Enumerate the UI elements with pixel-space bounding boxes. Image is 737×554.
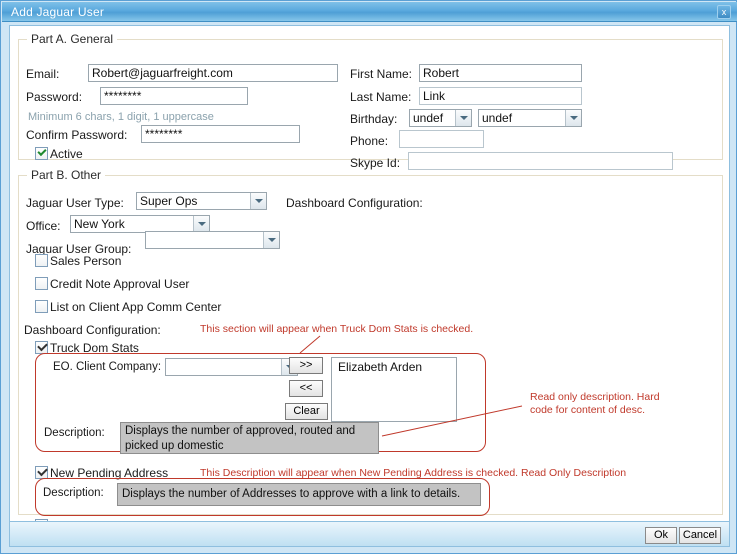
sales-person-label: Sales Person	[50, 254, 122, 268]
password-input[interactable]	[100, 87, 248, 105]
email-input[interactable]	[88, 64, 338, 82]
dialog-window: Add Jaguar User x Part A. General Email:…	[0, 0, 737, 554]
credit-note-approval-label: Credit Note Approval User	[50, 277, 190, 291]
list-item[interactable]: Elizabeth Arden	[332, 358, 456, 374]
client-company-label: EO. Client Company:	[53, 361, 162, 373]
office-value: New York	[74, 217, 125, 231]
clear-companies-button[interactable]: Clear	[285, 403, 328, 420]
password-label: Password:	[26, 90, 83, 104]
add-company-button[interactable]: >>	[289, 357, 323, 374]
pending-address-description-readonly: Displays the number of Addresses to appr…	[117, 483, 481, 506]
birthday-day-value: undef	[482, 111, 513, 125]
pending-address-description-label: Description:	[43, 487, 104, 499]
credit-note-approval-checkbox[interactable]	[35, 277, 48, 290]
pending-address-annotation: This Description will appear when New Pe…	[200, 467, 627, 479]
part-b-legend: Part B. Other	[31, 168, 102, 182]
birthday-day-select[interactable]: undef	[478, 109, 582, 127]
truck-dom-stats-checkbox[interactable]	[35, 341, 48, 354]
password-hint: Minimum 6 chars, 1 digit, 1 uppercase	[28, 111, 214, 123]
truck-dom-annotation: This section will appear when Truck Dom …	[200, 323, 474, 335]
user-type-label: Jaguar User Type:	[26, 196, 124, 210]
client-company-select[interactable]	[165, 358, 298, 376]
user-type-select[interactable]: Super Ops	[136, 192, 267, 210]
new-pending-address-checkbox[interactable]	[35, 466, 48, 479]
birthday-month-value: undef	[413, 111, 444, 125]
last-name-input[interactable]	[419, 87, 582, 105]
user-group-select[interactable]	[145, 231, 280, 249]
client-app-comm-center-checkbox[interactable]	[35, 300, 48, 313]
dialog-footer: Ok Cancel	[9, 522, 730, 547]
dashboard-configuration-label-top: Dashboard Configuration:	[286, 196, 423, 210]
sales-person-checkbox[interactable]	[35, 254, 48, 267]
truck-dom-description-line1: Displays the number of approved, routed …	[125, 425, 356, 452]
first-name-input[interactable]	[419, 64, 582, 82]
birthday-month-select[interactable]: undef	[409, 109, 472, 127]
readonly-annotation-line2: code for content of desc.	[530, 404, 645, 416]
truck-dom-stats-label: Truck Dom Stats	[50, 341, 139, 355]
client-app-comm-center-label: List on Client App Comm Center	[50, 300, 222, 314]
chevron-down-icon	[455, 110, 471, 126]
dashboard-configuration-label: Dashboard Configuration:	[24, 323, 161, 337]
birthday-label: Birthday:	[350, 112, 398, 126]
chevron-down-icon	[565, 110, 581, 126]
phone-label: Phone:	[350, 134, 389, 148]
dialog-body: Part A. General Email: Password: Minimum…	[9, 25, 730, 522]
user-type-value: Super Ops	[140, 194, 198, 208]
truck-dom-description-label: Description:	[44, 427, 105, 439]
chevron-down-icon	[250, 193, 266, 209]
email-label: Email:	[26, 67, 60, 81]
window-title: Add Jaguar User	[11, 5, 105, 19]
remove-company-button[interactable]: <<	[289, 380, 323, 397]
confirm-password-label: Confirm Password:	[26, 128, 128, 142]
first-name-label: First Name:	[350, 67, 413, 81]
title-bar: Add Jaguar User x	[2, 2, 737, 22]
cancel-button[interactable]: Cancel	[679, 527, 721, 544]
office-label: Office:	[26, 219, 61, 233]
truck-dom-description-readonly: Displays the number of approved, routed …	[120, 422, 379, 454]
chevron-down-icon	[263, 232, 279, 248]
ok-button[interactable]: Ok	[645, 527, 677, 544]
chevron-down-icon	[193, 216, 209, 232]
new-pending-address-label: New Pending Address	[50, 466, 169, 480]
readonly-annotation-line1: Read only description. Hard	[530, 391, 660, 403]
active-checkbox[interactable]	[35, 147, 48, 160]
selected-companies-list[interactable]: Elizabeth Arden	[331, 357, 457, 422]
close-icon[interactable]: x	[717, 5, 731, 19]
confirm-password-input[interactable]	[141, 125, 300, 143]
active-label: Active	[50, 147, 83, 161]
part-a-legend: Part A. General	[31, 32, 114, 46]
last-name-label: Last Name:	[350, 90, 412, 104]
phone-input[interactable]	[399, 130, 484, 148]
